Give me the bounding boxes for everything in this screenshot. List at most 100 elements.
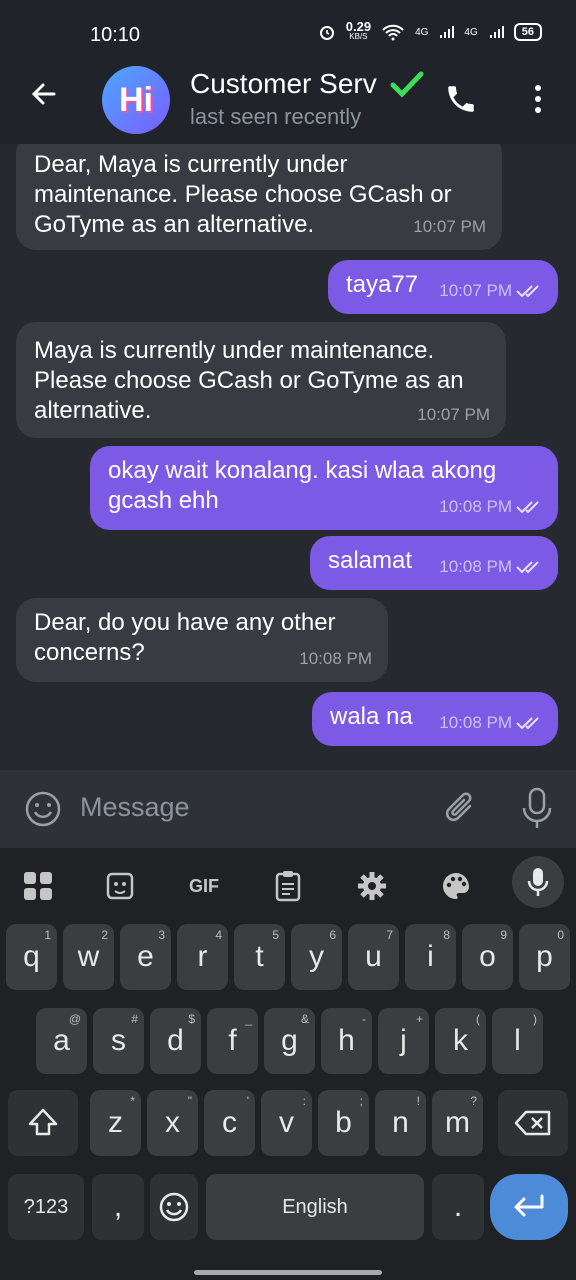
key-c[interactable]: c ' (204, 1090, 255, 1156)
chat-title[interactable]: Customer Serv (190, 68, 380, 100)
key-hint: ( (476, 1012, 480, 1026)
signal-1-label: 4G (415, 26, 429, 38)
message-time: 10:07 PM (439, 281, 512, 300)
chat-header: Hi Customer Serv last seen recently (0, 56, 576, 144)
key-x[interactable]: x " (147, 1090, 198, 1156)
key-hint: * (130, 1094, 135, 1108)
key-hint: 8 (443, 928, 450, 942)
message-input[interactable]: Message (80, 792, 190, 823)
message-outgoing[interactable]: salamat 10:08 PM (310, 536, 558, 590)
key-a[interactable]: a @ (36, 1008, 87, 1074)
double-check-icon (516, 285, 539, 298)
voice-input-icon[interactable] (512, 856, 564, 908)
key-hint: ) (533, 1012, 537, 1026)
key-hint: - (362, 1012, 366, 1026)
key-hint: ' (246, 1094, 249, 1108)
symbols-key[interactable]: ?123 (8, 1174, 84, 1240)
message-outgoing[interactable]: wala na 10:08 PM (312, 692, 558, 746)
message-time: 10:07 PM (417, 405, 490, 424)
key-f[interactable]: f _ (207, 1008, 258, 1074)
microphone-icon[interactable] (520, 786, 554, 830)
key-g[interactable]: g & (264, 1008, 315, 1074)
wifi-icon (382, 24, 404, 41)
palette-icon[interactable] (438, 868, 474, 904)
message-incoming[interactable]: Dear, do you have any other concerns? 10… (16, 598, 388, 682)
key-hint: 4 (215, 928, 222, 942)
key-hint: 7 (386, 928, 393, 942)
key-n[interactable]: n! (375, 1090, 426, 1156)
more-options-icon[interactable] (526, 82, 550, 116)
key-hint: # (131, 1012, 138, 1026)
key-hint: 9 (500, 928, 507, 942)
key-s[interactable]: s # (93, 1008, 144, 1074)
key-u[interactable]: u7 (348, 924, 399, 990)
comma-key[interactable]: , (92, 1174, 144, 1240)
message-incoming[interactable]: Maya is currently under maintenance. Ple… (16, 322, 506, 438)
key-z[interactable]: z * (90, 1090, 141, 1156)
key-w[interactable]: w2 (63, 924, 114, 990)
message-time: 10:07 PM (413, 217, 486, 236)
key-j[interactable]: j + (378, 1008, 429, 1074)
double-check-icon (516, 561, 539, 574)
key-hint: $ (188, 1012, 195, 1026)
key-e[interactable]: e3 (120, 924, 171, 990)
message-list[interactable]: Dear, Maya is currently under maintenanc… (0, 144, 576, 770)
key-hint: ! (416, 1094, 420, 1108)
message-time: 10:08 PM (439, 557, 512, 576)
verified-check-icon (390, 71, 424, 98)
back-arrow-icon[interactable] (28, 78, 60, 110)
key-hint: " (187, 1094, 192, 1108)
avatar[interactable]: Hi (102, 66, 170, 134)
alarm-icon (319, 26, 334, 40)
key-b[interactable]: b; (318, 1090, 369, 1156)
emoji-icon[interactable] (24, 790, 62, 828)
apps-grid-icon[interactable] (20, 868, 56, 904)
enter-key[interactable] (490, 1174, 568, 1240)
key-hint: ; (359, 1094, 363, 1108)
emoji-key[interactable] (150, 1174, 198, 1240)
key-hint: 1 (44, 928, 51, 942)
message-outgoing[interactable]: okay wait konalang. kasi wlaa akong gcas… (90, 446, 558, 530)
key-hint: & (300, 1012, 309, 1026)
double-check-icon (516, 501, 539, 514)
message-time: 10:08 PM (299, 649, 372, 668)
key-m[interactable]: m? (432, 1090, 483, 1156)
settings-gear-icon[interactable] (354, 868, 390, 904)
key-k[interactable]: k( (435, 1008, 486, 1074)
key-p[interactable]: p0 (519, 924, 570, 990)
key-h[interactable]: h- (321, 1008, 372, 1074)
period-key[interactable]: . (432, 1174, 484, 1240)
key-i[interactable]: i8 (405, 924, 456, 990)
clipboard-icon[interactable] (270, 868, 306, 904)
key-hint: 0 (557, 928, 564, 942)
signal-1-icon (440, 26, 455, 38)
message-time: 10:08 PM (439, 497, 512, 516)
sticker-icon[interactable] (102, 868, 138, 904)
status-time: 10:10 (90, 24, 141, 46)
network-speed: 0.29 KB/S (345, 19, 372, 41)
key-l[interactable]: l) (492, 1008, 543, 1074)
message-incoming[interactable]: Dear, Maya is currently under maintenanc… (16, 144, 502, 250)
battery-indicator: 56 (513, 23, 542, 41)
key-o[interactable]: o9 (462, 924, 513, 990)
gif-icon[interactable]: GIF (184, 868, 224, 904)
attach-icon[interactable] (442, 788, 480, 830)
key-hint: ? (470, 1094, 477, 1108)
key-hint: @ (68, 1012, 81, 1026)
message-outgoing[interactable]: taya77 10:07 PM (328, 260, 558, 314)
chat-subtitle: last seen recently (190, 104, 362, 129)
key-d[interactable]: d $ (150, 1008, 201, 1074)
phone-icon[interactable] (444, 82, 478, 116)
shift-key[interactable] (8, 1090, 78, 1156)
key-q[interactable]: q1 (6, 924, 57, 990)
space-key[interactable]: English (206, 1174, 424, 1240)
keyboard: GIF q1w2e3r4t5y6u7i8o9p0 a @ s # d $ f _ g & h - j + k… (0, 848, 576, 1280)
gesture-handle[interactable] (194, 1270, 382, 1275)
key-v[interactable]: v: (261, 1090, 312, 1156)
key-hint: 5 (272, 928, 279, 942)
backspace-key[interactable] (498, 1090, 568, 1156)
key-y[interactable]: y6 (291, 924, 342, 990)
key-r[interactable]: r4 (177, 924, 228, 990)
key-t[interactable]: t5 (234, 924, 285, 990)
key-hint: : (302, 1094, 306, 1108)
